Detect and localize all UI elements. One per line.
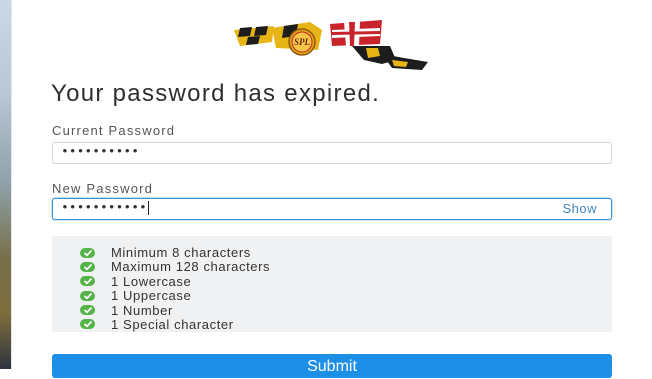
background-edge: [0, 0, 11, 369]
logo-emblem-text: SPL: [294, 37, 311, 47]
new-password-value: •••••••••••: [61, 200, 147, 215]
check-icon: [80, 261, 95, 272]
requirement-label: 1 Special character: [111, 316, 234, 332]
requirement-label: 1 Uppercase: [111, 288, 192, 304]
requirement-item: 1 Uppercase: [80, 288, 270, 304]
requirements-list: Minimum 8 characters Maximum 128 charact…: [80, 245, 271, 332]
requirement-item: 1 Number: [80, 302, 270, 318]
requirement-label: 1 Lowercase: [111, 273, 192, 289]
check-icon: [80, 247, 95, 258]
logo-graphic: [234, 20, 428, 70]
new-password-label: New Password: [52, 181, 154, 196]
requirement-item: Maximum 128 characters: [80, 259, 271, 275]
show-password-button[interactable]: Show: [562, 201, 597, 216]
requirement-item: 1 Lowercase: [80, 273, 270, 289]
requirement-label: Minimum 8 characters: [111, 245, 251, 260]
password-requirements-panel: Minimum 8 characters Maximum 128 charact…: [52, 236, 612, 332]
page-title: Your password has expired.: [51, 80, 381, 107]
check-icon: [80, 276, 95, 287]
requirement-label: 1 Number: [111, 302, 173, 318]
check-icon: [80, 290, 95, 301]
check-icon: [80, 305, 95, 316]
check-icon: [80, 319, 95, 330]
text-caret: [147, 200, 149, 215]
current-password-field[interactable]: ••••••••••: [52, 142, 612, 164]
submit-button[interactable]: Submit: [52, 354, 612, 378]
maryland-flag-logo: SPL: [232, 20, 432, 72]
requirement-label: Maximum 128 characters: [111, 259, 271, 275]
requirement-item: 1 Special character: [80, 316, 270, 332]
current-password-label: Current Password: [52, 123, 176, 138]
divider: [11, 0, 12, 369]
requirement-item: Minimum 8 characters: [80, 245, 270, 260]
new-password-field[interactable]: ••••••••••• Show: [52, 198, 612, 220]
current-password-value: ••••••••••: [61, 144, 140, 159]
new-password-value-wrap: •••••••••••: [61, 200, 149, 215]
